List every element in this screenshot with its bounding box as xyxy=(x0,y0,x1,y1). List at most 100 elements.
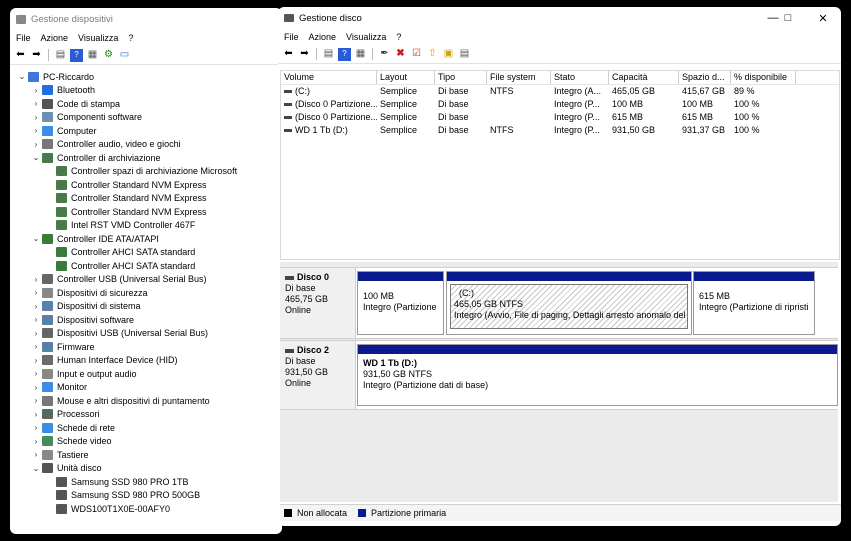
forward-arrow-icon[interactable]: ➡ xyxy=(30,49,43,62)
partition-c[interactable]: (C:) 465,05 GB NTFS Integro (Avvio, File… xyxy=(446,271,692,335)
menu-help[interactable]: ? xyxy=(396,32,401,42)
expand-chevron-icon[interactable]: › xyxy=(30,369,42,378)
expand-chevron-icon[interactable]: › xyxy=(30,396,42,405)
collapse-chevron-icon[interactable]: ⌄ xyxy=(30,464,42,473)
column-layout[interactable]: Layout xyxy=(377,71,435,84)
expand-chevron-icon[interactable]: › xyxy=(30,140,42,149)
table-row[interactable]: (Disco 0 Partizione... Semplice Di base Int… xyxy=(281,111,839,124)
expand-chevron-icon[interactable]: › xyxy=(30,275,42,284)
tree-item[interactable]: ⌄ Controller di archiviazione xyxy=(10,151,282,165)
expand-chevron-icon[interactable]: › xyxy=(30,356,42,365)
tree-item[interactable]: › Monitor xyxy=(10,381,282,395)
tree-item[interactable]: Intel RST VMD Controller 467F xyxy=(10,219,282,233)
back-arrow-icon[interactable]: ⬅ xyxy=(14,49,27,62)
tree-item[interactable]: › Schede di rete xyxy=(10,421,282,435)
help-icon[interactable]: ? xyxy=(70,48,83,62)
tree-item[interactable]: Controller AHCI SATA standard xyxy=(10,246,282,260)
tree-item[interactable]: ⌄ Controller IDE ATA/ATAPI xyxy=(10,232,282,246)
scan-hardware-icon[interactable]: ⚙ xyxy=(102,49,115,62)
properties-icon[interactable]: ▤ xyxy=(458,48,471,61)
disk-management-titlebar[interactable]: Gestione disco — □ ✕ xyxy=(278,7,841,29)
column-percent[interactable]: % disponibile xyxy=(731,71,796,84)
tree-item[interactable]: › Computer xyxy=(10,124,282,138)
back-arrow-icon[interactable]: ⬅ xyxy=(282,48,295,61)
tree-item[interactable]: Samsung SSD 980 PRO 1TB xyxy=(10,475,282,489)
tree-item[interactable]: Controller Standard NVM Express xyxy=(10,178,282,192)
disk-row-0[interactable]: Disco 0 Di base 465,75 GB Online 100 MB … xyxy=(280,267,838,339)
tree-item[interactable]: › Input e output audio xyxy=(10,367,282,381)
view-icon[interactable]: ▦ xyxy=(86,49,99,62)
menu-azione[interactable]: Azione xyxy=(309,32,337,42)
column-stato[interactable]: Stato xyxy=(551,71,609,84)
collapse-chevron-icon[interactable]: ⌄ xyxy=(16,72,28,81)
collapse-chevron-icon[interactable]: ⌄ xyxy=(30,153,42,162)
column-file-system[interactable]: File system xyxy=(487,71,551,84)
partition-efi[interactable]: 100 MB Integro (Partizione xyxy=(357,271,444,335)
tree-item[interactable]: › Human Interface Device (HID) xyxy=(10,354,282,368)
tree-item[interactable]: › Bluetooth xyxy=(10,84,282,98)
expand-chevron-icon[interactable]: › xyxy=(30,288,42,297)
partition-recovery[interactable]: 615 MB Integro (Partizione di ripristi xyxy=(693,271,815,335)
tree-item[interactable]: Controller Standard NVM Express xyxy=(10,205,282,219)
tree-item[interactable]: › Firmware xyxy=(10,340,282,354)
close-button[interactable]: ✕ xyxy=(806,7,840,29)
delete-icon[interactable]: ✖ xyxy=(394,48,407,61)
tree-item[interactable]: Controller AHCI SATA standard xyxy=(10,259,282,273)
column-capacita[interactable]: Capacità xyxy=(609,71,679,84)
tree-item[interactable]: ⌄ PC-Riccardo xyxy=(10,70,282,84)
menu-visualizza[interactable]: Visualizza xyxy=(346,32,386,42)
menu-azione[interactable]: Azione xyxy=(41,33,69,43)
tree-item[interactable]: › Dispositivi di sicurezza xyxy=(10,286,282,300)
expand-chevron-icon[interactable]: › xyxy=(30,86,42,95)
partition-d[interactable]: WD 1 Tb (D:) 931,50 GB NTFS Integro (Par… xyxy=(357,344,838,406)
table-row[interactable]: (Disco 0 Partizione... Semplice Di base Int… xyxy=(281,98,839,111)
column-spazio[interactable]: Spazio d... xyxy=(679,71,731,84)
expand-chevron-icon[interactable]: › xyxy=(30,383,42,392)
column-tipo[interactable]: Tipo xyxy=(435,71,487,84)
tree-item[interactable]: Samsung SSD 980 PRO 500GB xyxy=(10,489,282,503)
expand-chevron-icon[interactable]: › xyxy=(30,423,42,432)
expand-chevron-icon[interactable]: › xyxy=(30,126,42,135)
collapse-chevron-icon[interactable]: ⌄ xyxy=(30,234,42,243)
disk-row-2[interactable]: Disco 2 Di base 931,50 GB Online WD 1 Tb… xyxy=(280,340,838,410)
tree-item[interactable]: › Dispositivi USB (Universal Serial Bus) xyxy=(10,327,282,341)
expand-chevron-icon[interactable]: › xyxy=(30,302,42,311)
tree-item[interactable]: › Tastiere xyxy=(10,448,282,462)
expand-chevron-icon[interactable]: › xyxy=(30,315,42,324)
menu-file[interactable]: File xyxy=(16,33,31,43)
disk-info-2[interactable]: Disco 2 Di base 931,50 GB Online xyxy=(280,341,356,409)
menu-help[interactable]: ? xyxy=(128,33,133,43)
list-view-icon[interactable]: ▤ xyxy=(322,48,335,61)
help-icon[interactable]: ? xyxy=(338,47,351,61)
disk-info-0[interactable]: Disco 0 Di base 465,75 GB Online xyxy=(280,268,356,338)
device-manager-titlebar[interactable]: Gestione dispositivi xyxy=(10,8,282,30)
tree-item[interactable]: › Code di stampa xyxy=(10,97,282,111)
tree-item[interactable]: › Controller audio, video e giochi xyxy=(10,138,282,152)
tree-item[interactable]: › Controller USB (Universal Serial Bus) xyxy=(10,273,282,287)
up-folder-icon[interactable]: ⇧ xyxy=(426,48,439,61)
search-folder-icon[interactable]: ▣ xyxy=(442,48,455,61)
expand-chevron-icon[interactable]: › xyxy=(30,410,42,419)
expand-chevron-icon[interactable]: › xyxy=(30,437,42,446)
tree-item[interactable]: › Mouse e altri dispositivi di puntamento xyxy=(10,394,282,408)
maximize-button[interactable]: □ xyxy=(771,7,805,29)
expand-chevron-icon[interactable]: › xyxy=(30,450,42,459)
tree-item[interactable]: Controller Standard NVM Express xyxy=(10,192,282,206)
tree-item[interactable]: › Processori xyxy=(10,408,282,422)
expand-chevron-icon[interactable]: › xyxy=(30,113,42,122)
expand-chevron-icon[interactable]: › xyxy=(30,99,42,108)
properties-icon[interactable]: ▤ xyxy=(54,49,67,62)
tree-item[interactable]: › Schede video xyxy=(10,435,282,449)
checklist-icon[interactable]: ☑ xyxy=(410,48,423,61)
menu-visualizza[interactable]: Visualizza xyxy=(78,33,118,43)
menu-file[interactable]: File xyxy=(284,32,299,42)
monitor-icon[interactable]: ▭ xyxy=(118,49,131,62)
expand-chevron-icon[interactable]: › xyxy=(30,329,42,338)
tree-item[interactable]: › Componenti software xyxy=(10,111,282,125)
tree-item[interactable]: › Dispositivi software xyxy=(10,313,282,327)
graph-view-icon[interactable]: ▦ xyxy=(354,48,367,61)
tree-item[interactable]: ⌄ Unità disco xyxy=(10,462,282,476)
tree-item[interactable]: › Dispositivi di sistema xyxy=(10,300,282,314)
tree-item[interactable]: WDS100T1X0E-00AFY0 xyxy=(10,502,282,516)
column-volume[interactable]: Volume xyxy=(281,71,377,84)
